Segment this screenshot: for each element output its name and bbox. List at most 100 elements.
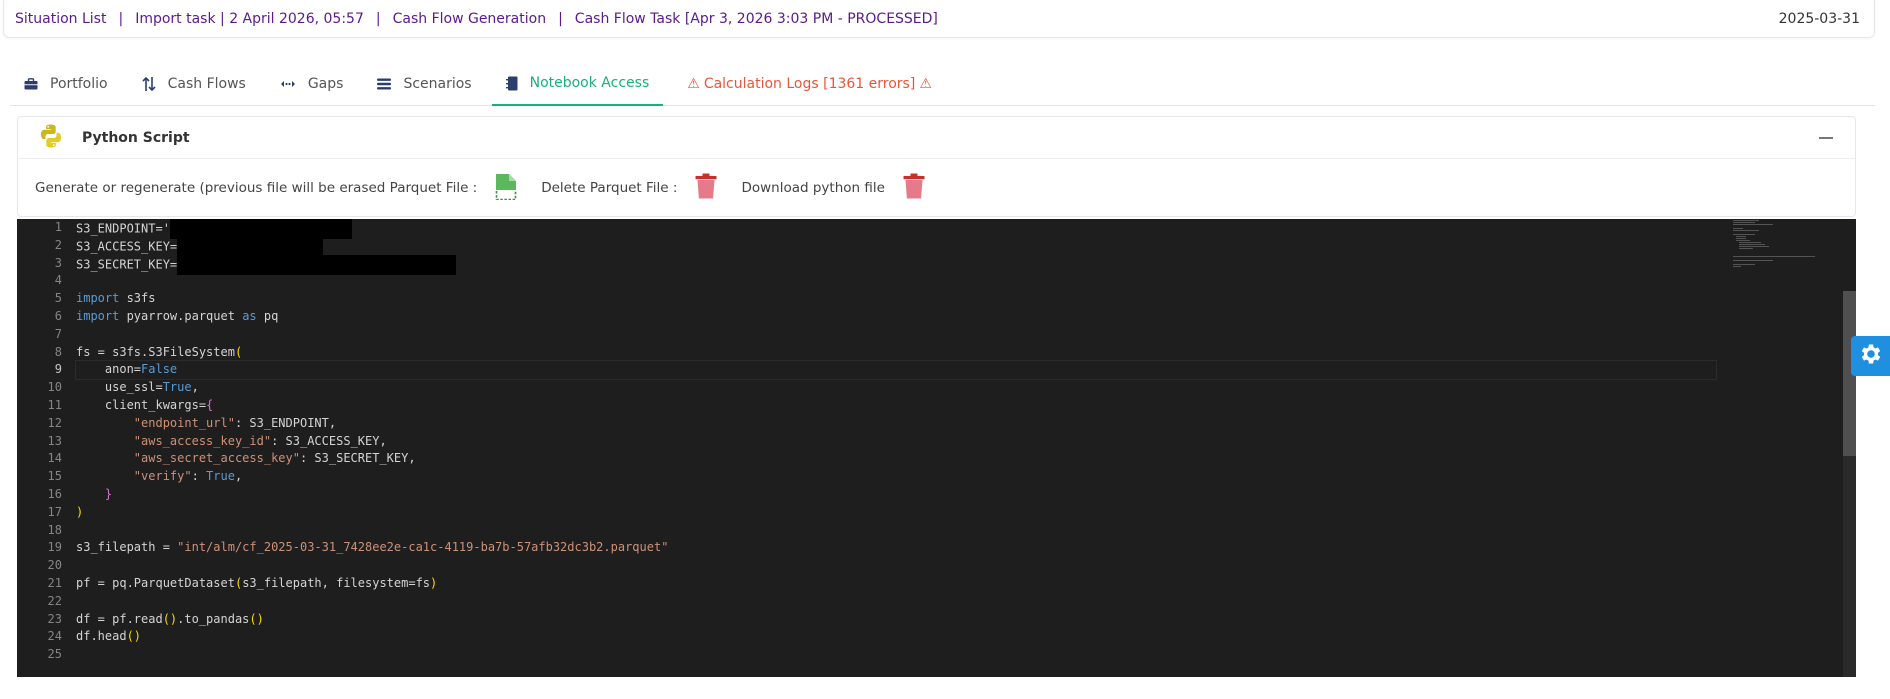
download-python-button[interactable] (903, 173, 925, 203)
line-number: 21 (47, 575, 62, 590)
collapse-button[interactable] (1819, 137, 1833, 139)
code-line: "aws_secret_access_key": S3_SECRET_KEY, (133, 451, 416, 466)
code-line: } (104, 486, 113, 501)
tab-bar: Portfolio Cash Flows Gaps Scenarios Note… (10, 62, 1875, 106)
breadcrumb-separator: | (375, 10, 381, 27)
tab-cash-flows[interactable]: Cash Flows (128, 62, 260, 105)
line-number: 23 (47, 611, 62, 626)
tab-calculation-logs[interactable]: ⚠ Calculation Logs [1361 errors] ⚠ (669, 62, 950, 105)
panel-title: Python Script (82, 129, 190, 146)
code-line: df.head() (76, 629, 142, 644)
tab-calculation-logs-label: Calculation Logs [1361 errors] (703, 75, 916, 92)
tab-notebook-access[interactable]: Notebook Access (491, 62, 664, 106)
code-line: import pyarrow.parquet as pq (76, 308, 279, 323)
breadcrumb-situation-list[interactable]: Situation List (15, 11, 106, 27)
delete-parquet-label: Delete Parquet File : (541, 180, 678, 196)
code-line: "endpoint_url": S3_ENDPOINT, (133, 415, 337, 430)
tab-cash-flows-label: Cash Flows (167, 75, 246, 92)
breadcrumb-separator: | (558, 10, 563, 27)
code-line: import s3fs (76, 291, 156, 306)
warning-icon: ⚠ (919, 75, 932, 92)
line-number: 5 (54, 291, 62, 306)
delete-parquet-button[interactable] (695, 173, 717, 203)
code-line: S3_ACCESS_KEY= (76, 236, 1716, 257)
line-number: 22 (47, 593, 62, 608)
line-number: 3 (54, 255, 62, 270)
line-number: 14 (47, 451, 62, 466)
download-python-label: Download python file (741, 180, 885, 196)
tab-gaps-label: Gaps (307, 75, 344, 92)
code-line: S3_ENDPOINT=' (76, 219, 1716, 239)
line-number: 1 (54, 220, 62, 234)
code-line: pf = pq.ParquetDataset(s3_filepath, file… (76, 575, 438, 590)
code-line: ) (76, 504, 84, 519)
breadcrumb-separator: | (118, 10, 124, 27)
line-number: 17 (47, 504, 62, 519)
file-icon (495, 173, 517, 204)
code-content[interactable]: S3_ENDPOINT=' S3_ACCESS_KEY= S3_SECRET_K… (75, 219, 1717, 664)
code-editor[interactable]: 1 2 3 4 5 6 7 8 9 10 11 12 13 14 15 16 17 18 19 20 21 22 23 24 2… (17, 219, 1856, 677)
line-number: 11 (47, 397, 62, 412)
breadcrumb: Situation List | Import task | 2 April 2… (15, 11, 938, 27)
line-number: 12 (47, 415, 62, 430)
code-line: s3_filepath = "int/alm/cf_2025-03-31_742… (76, 540, 669, 555)
warning-icon: ⚠ (687, 75, 700, 92)
situation-date: 2025-03-31 (1778, 10, 1860, 27)
code-line: "verify": True, (133, 469, 243, 484)
line-number: 7 (54, 326, 62, 341)
line-number: 4 (54, 273, 62, 288)
breadcrumb-import-task[interactable]: Import task | 2 April 2026, 05:57 (135, 11, 364, 27)
tab-portfolio-label: Portfolio (50, 75, 108, 92)
line-number: 6 (54, 308, 62, 323)
tab-gaps[interactable]: Gaps (266, 62, 358, 105)
code-line: fs = s3fs.S3FileSystem( (76, 344, 243, 359)
top-bar: Situation List | Import task | 2 April 2… (3, 0, 1875, 38)
line-number: 24 (47, 629, 62, 644)
generate-parquet-label: Generate or regenerate (previous file wi… (35, 180, 478, 196)
breadcrumb-cash-flow-generation[interactable]: Cash Flow Generation (393, 11, 546, 27)
settings-button[interactable] (1851, 336, 1890, 376)
breadcrumb-cash-flow-task[interactable]: Cash Flow Task [Apr 3, 2026 3:03 PM - PR… (575, 11, 938, 27)
gap-arrows-icon (280, 78, 296, 90)
line-number: 15 (47, 469, 62, 484)
tab-scenarios-label: Scenarios (403, 75, 472, 92)
code-line: df = pf.read().to_pandas() (76, 611, 264, 626)
briefcase-icon (24, 77, 38, 90)
python-logo-icon (38, 123, 64, 153)
line-numbers: 1 2 3 4 5 6 7 8 9 10 11 12 13 14 15 16 17 18 19 20 21 22 23 24 2… (17, 219, 62, 664)
code-line: use_ssl=True, (76, 380, 199, 395)
code-line: "aws_access_key_id": S3_ACCESS_KEY, (133, 433, 387, 448)
code-line: S3_SECRET_KEY= (76, 254, 1716, 275)
line-number: 18 (47, 522, 62, 537)
line-number: 20 (47, 558, 62, 573)
trash-icon (695, 173, 717, 203)
panel-actions: Generate or regenerate (previous file wi… (18, 159, 1855, 217)
line-number: 25 (47, 647, 62, 662)
minimap[interactable] (1733, 219, 1823, 289)
panel-header: Python Script (18, 117, 1855, 159)
tab-scenarios[interactable]: Scenarios (363, 62, 485, 105)
line-number: 8 (54, 344, 62, 359)
python-script-panel: Python Script Generate or regenerate (pr… (17, 116, 1856, 217)
list-icon (377, 78, 392, 90)
notebook-icon (505, 76, 518, 91)
line-number: 9 (54, 362, 62, 377)
tab-notebook-access-label: Notebook Access (529, 75, 650, 91)
line-number: 10 (47, 380, 62, 395)
up-down-arrows-icon (142, 76, 156, 92)
code-line: anon=False (75, 360, 1717, 381)
generate-parquet-button[interactable] (495, 173, 517, 204)
tab-portfolio[interactable]: Portfolio (10, 62, 122, 105)
trash-icon (903, 173, 925, 203)
line-number: 16 (47, 486, 62, 501)
code-line: client_kwargs={ (76, 397, 214, 412)
line-number: 2 (54, 237, 62, 252)
line-number: 19 (47, 540, 62, 555)
line-number: 13 (47, 433, 62, 448)
